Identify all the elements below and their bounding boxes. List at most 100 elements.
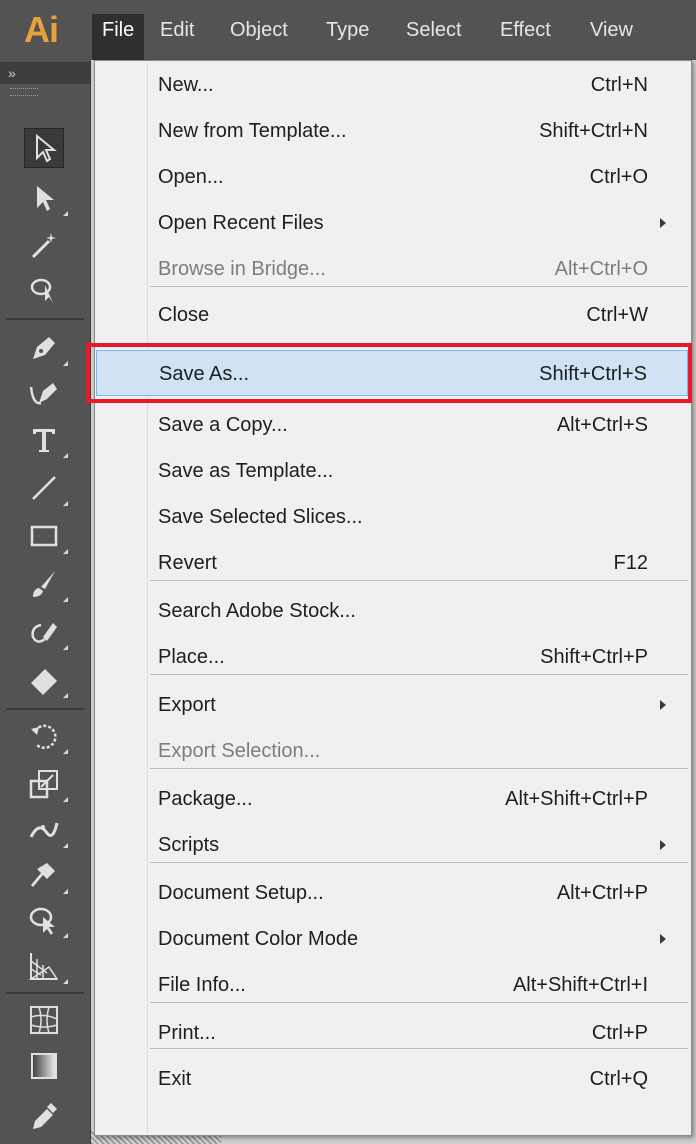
pen-tool[interactable]: [24, 328, 68, 368]
menu-item-label: Document Setup...: [158, 882, 324, 904]
mesh-tool[interactable]: [24, 1000, 64, 1040]
menu-separator: [150, 862, 688, 863]
corner-triangle: [63, 597, 68, 602]
menu-select[interactable]: Select: [396, 14, 472, 46]
scale-tool[interactable]: [24, 764, 68, 804]
paintbrush-tool[interactable]: [24, 564, 68, 604]
menu-item-open-recent-files[interactable]: Open Recent Files: [96, 200, 688, 246]
lasso-tool[interactable]: [24, 270, 64, 310]
menu-item-label: New from Template...: [158, 120, 347, 142]
menu-item-document-color-mode[interactable]: Document Color Mode: [96, 916, 688, 962]
rotate-tool[interactable]: [24, 716, 68, 756]
corner-triangle: [63, 211, 68, 216]
menu-item-print[interactable]: Print... Ctrl+P: [96, 1010, 688, 1056]
perspective-grid-icon: [28, 953, 59, 980]
corner-triangle: [63, 549, 68, 554]
direct-selection-icon: [37, 186, 54, 211]
type-icon: [33, 429, 55, 452]
selection-tool[interactable]: [24, 128, 64, 168]
eraser-tool[interactable]: [24, 660, 68, 700]
menu-item-label: Save a Copy...: [158, 414, 288, 436]
menu-item-new-from-template[interactable]: New from Template... Shift+Ctrl+N: [96, 108, 688, 154]
menu-item-package[interactable]: Package... Alt+Shift+Ctrl+P: [96, 776, 688, 822]
eyedropper-tool[interactable]: [24, 1096, 64, 1136]
menu-item-shortcut: Ctrl+O: [589, 166, 648, 188]
menu-item-label: Search Adobe Stock...: [158, 600, 356, 622]
menu-item-label: Exit: [158, 1068, 192, 1090]
menu-separator: [150, 286, 688, 287]
direct-selection-tool[interactable]: [24, 178, 68, 218]
gradient-tool[interactable]: [24, 1046, 64, 1086]
menu-item-shortcut: Ctrl+P: [591, 1022, 648, 1044]
corner-triangle: [63, 693, 68, 698]
shaper-icon: [31, 623, 57, 643]
menu-item-save-as-template[interactable]: Save as Template...: [96, 448, 688, 494]
menu-item-save-selected-slices[interactable]: Save Selected Slices...: [96, 494, 688, 540]
submenu-arrow-icon: [660, 934, 666, 944]
menu-view[interactable]: View: [580, 14, 643, 46]
shaper-tool[interactable]: [24, 612, 68, 652]
puppet-warp-icon: [31, 863, 55, 887]
menu-separator: [150, 580, 688, 581]
tool-divider: [6, 708, 84, 710]
menu-separator: [150, 768, 688, 769]
type-tool[interactable]: [24, 420, 68, 460]
scale-icon: [29, 770, 58, 799]
menu-item-open[interactable]: Open... Ctrl+O: [96, 154, 688, 200]
collapse-panel-button[interactable]: »: [0, 62, 90, 84]
menu-item-label: Open Recent Files: [158, 212, 324, 234]
rotate-icon: [31, 724, 57, 750]
magic-wand-tool[interactable]: [24, 226, 64, 266]
corner-triangle: [63, 889, 68, 894]
corner-triangle: [63, 749, 68, 754]
corner-triangle: [63, 797, 68, 802]
width-tool[interactable]: [24, 810, 68, 850]
corner-triangle: [63, 361, 68, 366]
menu-item-export[interactable]: Export: [96, 682, 688, 728]
magic-wand-icon: [31, 233, 56, 259]
paintbrush-icon: [33, 571, 55, 597]
menu-item-save-a-copy[interactable]: Save a Copy... Alt+Ctrl+S: [96, 402, 688, 448]
menu-item-label: Close: [158, 304, 210, 326]
menu-item-shortcut: Alt+Ctrl+P: [556, 882, 648, 904]
menu-type[interactable]: Type: [316, 14, 379, 46]
menu-item-document-setup[interactable]: Document Setup... Alt+Ctrl+P: [96, 870, 688, 916]
menu-bar: Ai File Edit Object Type Select Effect V…: [0, 0, 696, 61]
tools-panel: »: [0, 60, 91, 1144]
menu-item-label: Save as Template...: [158, 460, 334, 482]
line-segment-icon: [32, 476, 56, 500]
menu-item-exit[interactable]: Exit Ctrl+Q: [96, 1056, 688, 1102]
corner-triangle: [63, 979, 68, 984]
corner-triangle: [63, 933, 68, 938]
menu-item-shortcut: Ctrl+W: [586, 304, 648, 326]
menu-separator: [150, 674, 688, 675]
menu-effect[interactable]: Effect: [490, 14, 561, 46]
menu-item-close[interactable]: Close Ctrl+W: [96, 292, 688, 338]
corner-triangle: [63, 501, 68, 506]
menu-object[interactable]: Object: [220, 14, 298, 46]
menu-item-label: Package...: [158, 788, 253, 810]
menu-item-label: Document Color Mode: [158, 928, 359, 950]
menu-separator: [150, 1048, 688, 1049]
menu-edit[interactable]: Edit: [150, 14, 204, 46]
selection-icon: [36, 133, 57, 163]
submenu-arrow-icon: [660, 700, 666, 710]
menu-item-search-adobe-stock[interactable]: Search Adobe Stock...: [96, 588, 688, 634]
perspective-grid-tool[interactable]: [24, 946, 68, 986]
shape-builder-tool[interactable]: [24, 900, 68, 940]
tool-divider: [6, 992, 84, 994]
menu-item-new[interactable]: New... Ctrl+N: [96, 62, 688, 108]
menu-item-shortcut: Alt+Ctrl+S: [556, 414, 648, 436]
panel-grip[interactable]: [10, 88, 38, 96]
curvature-tool[interactable]: [24, 374, 64, 414]
menu-item-label: Open...: [158, 166, 224, 188]
gradient-icon: [31, 1053, 57, 1079]
menu-file[interactable]: File: [92, 14, 145, 60]
rectangle-tool[interactable]: [24, 516, 68, 556]
puppet-warp-tool[interactable]: [24, 856, 68, 896]
menu-item-shortcut: Alt+Shift+Ctrl+P: [505, 788, 648, 810]
corner-triangle: [63, 843, 68, 848]
line-segment-tool[interactable]: [24, 468, 68, 508]
shape-builder-icon: [29, 907, 55, 935]
eyedropper-icon: [33, 1103, 57, 1129]
